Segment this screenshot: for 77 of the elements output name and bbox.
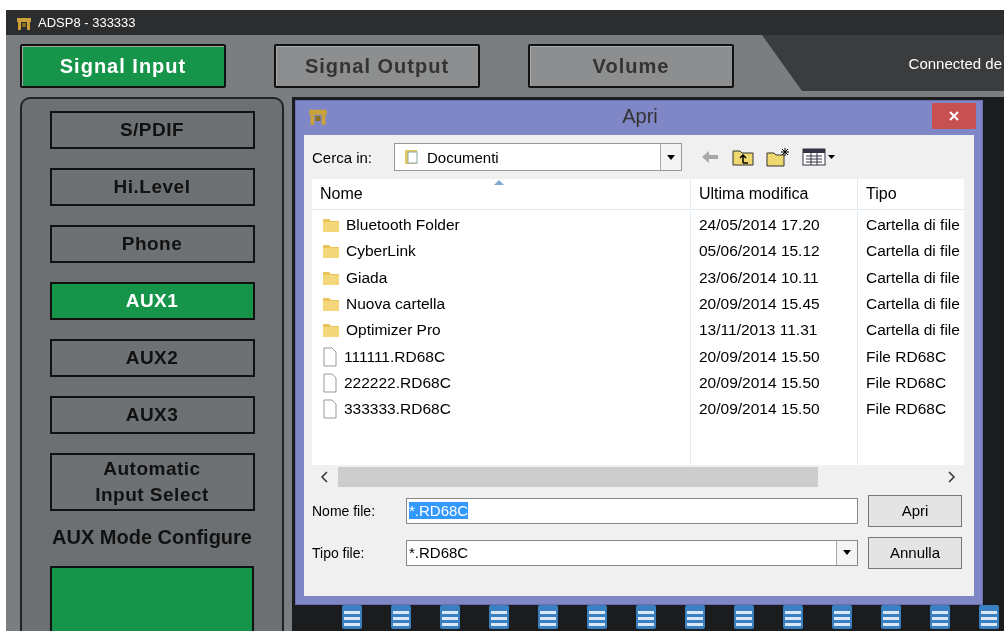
close-button[interactable] — [932, 103, 976, 129]
fader-knob-icon[interactable] — [685, 605, 705, 629]
table-cell-text: 23/06/2014 10.11 — [698, 267, 820, 288]
file-item[interactable]: 222222.RD68C — [312, 369, 690, 397]
table-cell-text: Cartella di file — [865, 320, 961, 341]
fader-knob-icon[interactable] — [538, 605, 558, 629]
fader-knob-icon[interactable] — [636, 605, 656, 629]
fader-knob-icon[interactable] — [881, 605, 901, 629]
file-item[interactable]: Bluetooth Folder — [312, 212, 690, 239]
connection-status: Connected de — [908, 54, 1002, 72]
scroll-right-icon[interactable] — [948, 471, 956, 483]
input-button[interactable]: AUX1 — [49, 282, 255, 320]
input-button[interactable]: Phone — [49, 225, 255, 263]
table-cell-text: Cartella di file — [865, 267, 961, 288]
tab[interactable]: Volume — [528, 44, 734, 88]
table-cell-text: Cartella di file — [865, 241, 961, 262]
table-cell-text: 05/06/2014 15.12 — [698, 241, 821, 262]
table-cell-text: 20/09/2014 15.45 — [698, 294, 821, 315]
fader-knob-icon[interactable] — [783, 605, 803, 629]
fader-knob-icon[interactable] — [342, 605, 362, 629]
file-item[interactable]: Giada — [312, 264, 690, 291]
sort-icon — [494, 180, 504, 185]
table-cell-text: 13/11/2013 11.31 — [698, 320, 819, 341]
section-title: AUX Mode Configure — [52, 526, 252, 549]
cancel-button[interactable]: Annulla — [868, 536, 962, 569]
file-item[interactable]: 333333.RD68C — [312, 396, 690, 423]
view-menu-icon[interactable] — [802, 148, 836, 166]
input-button[interactable]: S/PDIF — [49, 111, 255, 149]
dropdown-arrow-icon — [843, 550, 851, 555]
file-icon — [322, 372, 338, 393]
fader-knob-icon[interactable] — [832, 605, 852, 629]
fader-knob-icon[interactable] — [979, 605, 999, 629]
fader-knob-icon[interactable] — [440, 605, 460, 629]
file-icon — [322, 399, 338, 420]
up-folder-icon[interactable] — [732, 148, 754, 166]
column-header[interactable]: Tipo — [857, 179, 964, 209]
file-item[interactable]: Nuova cartella — [312, 290, 690, 318]
table-cell-text: File RD68C — [865, 399, 948, 420]
table-cell-text: 20/09/2014 15.50 — [698, 346, 821, 367]
open-button[interactable]: Apri — [868, 494, 962, 527]
file-type-dropdown[interactable]: *.RD68C — [406, 539, 858, 566]
tab[interactable]: Signal Output — [274, 44, 480, 88]
look-in-label: Cerca in: — [312, 148, 374, 166]
file-item[interactable]: 111111.RD68C — [312, 343, 690, 370]
column-header[interactable]: Ultima modifica — [690, 179, 857, 209]
table-cell-text: File RD68C — [865, 372, 948, 393]
table-cell-text: Cartella di file — [865, 215, 961, 236]
close-icon — [948, 110, 960, 122]
fader-knob-icon[interactable] — [489, 605, 509, 629]
file-icon — [322, 346, 338, 367]
dialog-title: Apri — [621, 104, 659, 128]
fader-knob-icon[interactable] — [391, 605, 411, 629]
window-title: ADSP8 - 333333 — [38, 15, 136, 30]
file-item[interactable]: Optimizer Pro — [312, 317, 690, 344]
scrollbar-thumb[interactable] — [338, 467, 818, 487]
tab[interactable]: Signal Input — [20, 44, 226, 88]
fader-knob-icon[interactable] — [734, 605, 754, 629]
file-name-label: Nome file: — [312, 502, 377, 519]
input-button[interactable]: Automatic Input Select — [49, 453, 255, 511]
table-cell-text: 20/09/2014 15.50 — [698, 399, 821, 420]
look-in-dropdown[interactable]: Documenti — [394, 143, 682, 171]
mode-button[interactable] — [50, 566, 254, 631]
file-item[interactable]: CyberLink — [312, 238, 690, 265]
file-type-label: Tipo file: — [312, 544, 366, 561]
fader-knob-icon[interactable] — [930, 605, 950, 629]
fader-knob-icon[interactable] — [587, 605, 607, 629]
table-cell-text: 20/09/2014 15.50 — [698, 372, 821, 393]
input-button[interactable]: AUX3 — [49, 396, 255, 434]
column-header[interactable]: Nome — [312, 179, 690, 209]
input-button[interactable]: AUX2 — [49, 339, 255, 377]
table-cell-text: Cartella di file — [865, 294, 961, 315]
input-button[interactable]: Hi.Level — [49, 168, 255, 206]
dropdown-arrow-icon — [667, 154, 675, 160]
scroll-left-icon[interactable] — [320, 471, 328, 483]
table-cell-text: 24/05/2014 17.20 — [698, 215, 821, 236]
table-cell-text: File RD68C — [865, 346, 948, 367]
new-folder-icon[interactable] — [766, 147, 790, 167]
